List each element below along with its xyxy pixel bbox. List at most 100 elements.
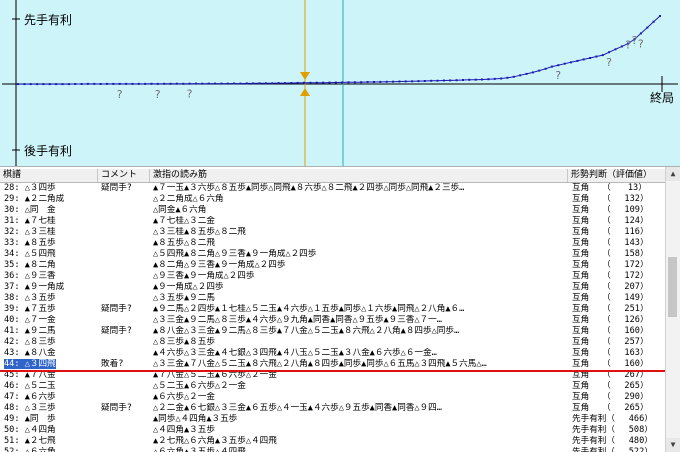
- table-row[interactable]: 32: △３三桂 △３三桂▲８五歩△８二飛 互角 （ 116）: [0, 227, 666, 238]
- evaluation-point: [220, 82, 223, 85]
- table-row[interactable]: 33: ▲８五歩 ▲８五歩△８二飛 互角 （ 143）: [0, 238, 666, 249]
- evaluation-point: [309, 81, 312, 84]
- move-analysis-list[interactable]: 棋譜 コメント 激指の読み筋 形勢判断（評価値） 28: △３四歩 疑問手? ▲７一…: [0, 167, 680, 452]
- evaluation-point: [550, 65, 553, 68]
- evaluation-point: [163, 82, 166, 85]
- scroll-down-button[interactable]: ▼: [666, 438, 680, 452]
- table-row[interactable]: 39: ▲７五歩 疑問手? ▲９二馬△２四歩▲１七桂△５二玉▲４六歩△１五歩▲同歩△…: [0, 304, 666, 315]
- line-cell: △５四飛▲８二角△９三香▲９一角成△２四歩: [153, 249, 566, 260]
- evaluation-point: [570, 61, 572, 64]
- evaluation-point: [652, 20, 655, 23]
- eval-cell-text: 互角 （ 265）: [572, 381, 649, 391]
- table-row[interactable]: 38: △３五歩 △３五歩▲９二馬 互角 （ 149）: [0, 293, 666, 304]
- line-cell: △同金▲６六角: [153, 205, 566, 216]
- evaluation-point: [442, 79, 445, 82]
- line-cell: ▲４六歩△３三金▲４七銀△３四飛▲４八玉△５二玉▲３八金▲６六歩△６一金…: [153, 348, 566, 359]
- eval-cell: 互角 （ 143）: [572, 238, 666, 249]
- comment-cell-text: 疑問手?: [101, 304, 132, 314]
- table-row[interactable]: 40: △７一金 △３三金▲９二馬△８三歩▲４六歩△９九角▲同香▲同香△９五歩▲９…: [0, 315, 666, 326]
- line-cell: △２二金▲６七銀△３三金▲６五歩△４一玉▲４六歩△９五歩▲同香▲同香△９四…: [153, 403, 566, 414]
- column-header-eval[interactable]: 形勢判断（評価値）: [568, 169, 666, 182]
- evaluation-point: [589, 57, 592, 59]
- move-cell-text: 42: △８三歩: [4, 337, 56, 347]
- eval-cell-text: 互角 （ 290）: [572, 392, 649, 402]
- line-cell-text: △３三桂▲８五歩△８二飛: [153, 227, 246, 237]
- table-row[interactable]: 51: ▲２七飛 ▲２七飛△６六角▲３五歩△４四飛 先手有利（ 480）: [0, 436, 666, 447]
- table-row[interactable]: 36: △９三香 △９三香▲９一角成△２四歩 互角 （ 172）: [0, 271, 666, 282]
- line-cell: △８三歩▲８五歩: [153, 337, 566, 348]
- questionable-move-marker: ?: [117, 88, 123, 101]
- evaluation-point: [646, 26, 649, 29]
- table-row[interactable]: 48: △３三歩 疑問手? △２二金▲６七銀△３三金▲６五歩△４一玉▲４六歩△９五歩…: [0, 403, 666, 414]
- evaluation-graph-canvas[interactable]: 先手有利 後手有利 終局 ????????: [0, 0, 680, 166]
- line-cell-text: ▲同歩△４四角▲３五歩: [153, 414, 238, 424]
- table-row[interactable]: 35: ▲８二角 ▲８二角△９三香▲９一角成△２四歩 互角 （ 172）: [0, 260, 666, 271]
- evaluation-point: [99, 83, 102, 85]
- table-row[interactable]: 31: ▲７七桂 ▲７七桂△３二金 互角 （ 124）: [0, 216, 666, 227]
- table-row[interactable]: 37: ▲９一角成 ▲９一角成△２四歩 互角 （ 207）: [0, 282, 666, 293]
- table-row[interactable]: 34: △５四飛 △５四飛▲８二角△９三香▲９一角成△２四歩 互角 （ 158）: [0, 249, 666, 260]
- move-cell-text: 44: △３四飛: [4, 359, 56, 369]
- move-cell: 52: △６六角: [4, 447, 96, 452]
- comment-cell: 疑問手?: [101, 326, 151, 337]
- eval-cell: 先手有利（ 466）: [572, 414, 666, 425]
- move-cell: 37: ▲９一角成: [4, 282, 96, 293]
- evaluation-point: [341, 81, 344, 84]
- evaluation-point: [423, 80, 426, 82]
- eval-cell-text: 互角 （ 116）: [572, 227, 649, 237]
- column-header-line[interactable]: 激指の読み筋: [150, 169, 568, 182]
- table-row[interactable]: 28: △３四歩 疑問手? ▲７一玉▲３六歩△８五歩▲同歩△同飛▲８六歩△８二飛▲２…: [0, 183, 666, 194]
- comment-cell: [101, 447, 151, 452]
- comment-cell: [101, 436, 151, 447]
- eval-cell-text: 互角 （ 172）: [572, 271, 649, 281]
- move-cell: 34: △５四飛: [4, 249, 96, 260]
- questionable-move-marker: ?: [638, 37, 644, 50]
- evaluation-point: [455, 79, 458, 82]
- table-row[interactable]: 49: ▲同 歩 ▲同歩△４四角▲３五歩 先手有利（ 466）: [0, 414, 666, 425]
- evaluation-point: [544, 67, 547, 70]
- move-cell-text: 29: ▲２二角成: [4, 194, 65, 204]
- table-row[interactable]: 46: △５二玉 △５二玉▲６六歩△２一金 互角 （ 265）: [0, 381, 666, 392]
- evaluation-point: [601, 54, 604, 57]
- eval-cell-text: 互角 （ 109）: [572, 205, 649, 215]
- move-cell: 41: ▲９二馬: [4, 326, 96, 337]
- eval-cell-text: 互角 （ 257）: [572, 337, 649, 347]
- eval-cell-text: 先手有利（ 466）: [572, 414, 653, 424]
- evaluation-point: [245, 82, 248, 85]
- line-cell-text: ▲７一玉▲３六歩△８五歩▲同歩△同飛▲８六歩△８二飛▲２四歩△同歩△同飛▲２三歩…: [153, 183, 465, 193]
- evaluation-point: [385, 80, 388, 83]
- column-header-comment[interactable]: コメント: [98, 169, 150, 182]
- column-header-move[interactable]: 棋譜: [0, 169, 98, 182]
- eval-cell: 互角 （ 126）: [572, 315, 666, 326]
- eval-cell-text: 互角 （ 132）: [572, 194, 649, 204]
- eval-cell: 互角 （ 13）: [572, 183, 666, 194]
- table-row[interactable]: 43: ▲８八金 ▲４六歩△３三金▲４七銀△３四飛▲４八玉△５二玉▲３八金▲６六歩…: [0, 348, 666, 359]
- table-row[interactable]: 50: △４四角 △４四角▲３五歩 先手有利（ 508）: [0, 425, 666, 436]
- table-row-selected[interactable]: 44: △３四飛 敗着? △３三金▲７八金△５二玉▲８六飛△２八角▲８四歩▲同歩▲同…: [0, 359, 666, 370]
- table-row[interactable]: 30: △同 金 △同金▲６六角 互角 （ 109）: [0, 205, 666, 216]
- evaluation-point: [576, 59, 579, 62]
- vertical-scrollbar[interactable]: ▲ ▼: [665, 167, 680, 452]
- table-row[interactable]: 41: ▲９二馬 疑問手? ▲８八金△３三金▲９二馬△８三歩▲７八金△５二玉▲８六飛…: [0, 326, 666, 337]
- evaluation-point: [334, 81, 337, 84]
- questionable-move-marker: ?: [187, 88, 193, 101]
- line-cell: △３三金▲９二馬△８三歩▲４六歩△９九角▲同香▲同香△９五歩▲９三香△７一…: [153, 315, 566, 326]
- move-cell: 33: ▲８五歩: [4, 238, 96, 249]
- table-row[interactable]: 52: △６六角 △６六角▲３五歩△４四飛 先手有利（ 522）: [0, 447, 666, 452]
- table-row[interactable]: 42: △８三歩 △８三歩▲８五歩 互角 （ 257）: [0, 337, 666, 348]
- scroll-thumb[interactable]: [668, 257, 677, 317]
- evaluation-point: [207, 82, 210, 85]
- evaluation-graph[interactable]: 先手有利 後手有利 終局 ????????: [0, 0, 680, 167]
- evaluation-point: [328, 81, 331, 84]
- table-row[interactable]: 47: ▲６六歩 ▲６六歩△２一金 互角 （ 290）: [0, 392, 666, 403]
- table-row[interactable]: 29: ▲２二角成 △２二角成△６六角 互角 （ 132）: [0, 194, 666, 205]
- eval-cell-text: 互角 （ 265）: [572, 403, 649, 413]
- evaluation-point: [659, 15, 661, 17]
- evaluation-point: [29, 83, 32, 86]
- line-cell-text: △３三金▲７八金△５二玉▲８六飛△２八角▲８四歩▲同歩▲同歩△６五馬△３四飛▲５…: [153, 359, 487, 369]
- comment-cell-text: 疑問手?: [101, 183, 132, 193]
- comment-cell: [101, 337, 151, 348]
- move-cell-text: 41: ▲９二馬: [4, 326, 56, 336]
- scroll-up-button[interactable]: ▲: [666, 167, 680, 181]
- bad-move-marker: ?: [625, 39, 631, 52]
